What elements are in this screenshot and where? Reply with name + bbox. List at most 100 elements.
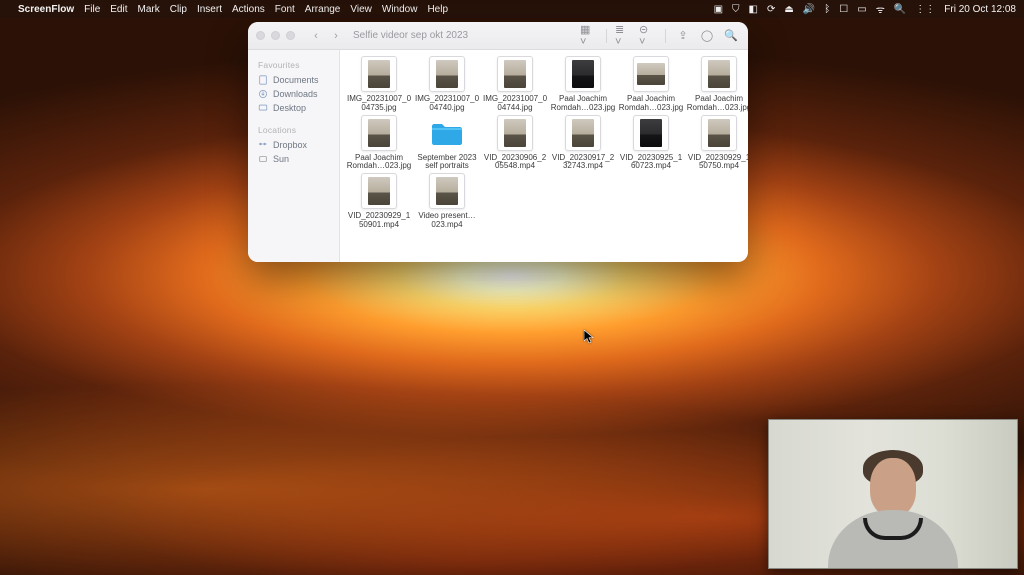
image-thumbnail: [497, 56, 533, 92]
file-name: September 2023 self portraits: [414, 154, 480, 172]
share-button[interactable]: ⇪: [674, 28, 692, 44]
view-icons-button[interactable]: ▦ ˅: [580, 28, 598, 44]
file-name: VID_20230925_160723.mp4: [618, 154, 684, 172]
file-item[interactable]: Video present…023.mp4: [414, 173, 480, 230]
menu-edit[interactable]: Edit: [110, 4, 127, 15]
menu-view[interactable]: View: [350, 4, 372, 15]
tags-button[interactable]: ◯: [698, 28, 716, 44]
file-name: IMG_20231007_004740.jpg: [414, 95, 480, 113]
file-name: Video present…023.mp4: [414, 212, 480, 230]
close-button[interactable]: [256, 31, 265, 40]
folder-icon: [429, 115, 465, 151]
menu-help[interactable]: Help: [427, 4, 448, 15]
back-button[interactable]: ‹: [309, 29, 323, 43]
image-thumbnail: [429, 56, 465, 92]
window-title: Selfie videor sep okt 2023: [353, 30, 468, 41]
menu-font[interactable]: Font: [275, 4, 295, 15]
sidebar-item-desktop[interactable]: Desktop: [248, 101, 339, 115]
file-name: VID_20230906_205548.mp4: [482, 154, 548, 172]
file-name: IMG_20231007_004744.jpg: [482, 95, 548, 113]
bluetooth-icon[interactable]: ᛒ: [824, 4, 830, 15]
image-thumbnail: [633, 56, 669, 92]
camera-icon[interactable]: ▣: [714, 4, 723, 15]
file-item[interactable]: Paal Joachim Romdah…023.jpg: [346, 115, 412, 172]
finder-content[interactable]: IMG_20231007_004735.jpgIMG_20231007_0047…: [340, 50, 748, 262]
video-thumbnail: [497, 115, 533, 151]
file-item[interactable]: September 2023 self portraits: [414, 115, 480, 172]
menu-actions[interactable]: Actions: [232, 4, 265, 15]
sidebar-locations-header: Locations: [248, 121, 339, 138]
file-name: IMG_20231007_004735.jpg: [346, 95, 412, 113]
file-name: Paal Joachim Romdah…023.jpg: [618, 95, 684, 113]
shield-icon[interactable]: ⛉: [732, 4, 740, 15]
image-thumbnail: [361, 115, 397, 151]
video-thumbnail: [361, 173, 397, 209]
clock[interactable]: Fri 20 Oct 12:08: [944, 4, 1016, 15]
video-thumbnail: [565, 115, 601, 151]
app-status-icon[interactable]: ◧: [749, 4, 758, 15]
finder-sidebar: Favourites Documents Downloads Desktop L…: [248, 50, 340, 262]
app-menu[interactable]: ScreenFlow: [18, 4, 74, 15]
sidebar-item-label: Dropbox: [273, 140, 307, 150]
file-name: Paal Joachim Romdah…023.jpg: [346, 154, 412, 172]
person: [823, 440, 963, 569]
group-button[interactable]: ≣ ˅: [615, 28, 633, 44]
file-item[interactable]: VID_20230929_150901.mp4: [346, 173, 412, 230]
sidebar-item-label: Downloads: [273, 89, 318, 99]
window-controls: [256, 31, 295, 40]
file-item[interactable]: IMG_20231007_004740.jpg: [414, 56, 480, 113]
file-item[interactable]: IMG_20231007_004744.jpg: [482, 56, 548, 113]
image-thumbnail: [361, 56, 397, 92]
file-item[interactable]: IMG_20231007_004735.jpg: [346, 56, 412, 113]
finder-window: ‹ › Selfie videor sep okt 2023 ▦ ˅ ≣ ˅ ⊝…: [248, 22, 748, 262]
control-center-icon[interactable]: ⋮⋮: [915, 4, 935, 15]
file-name: Paal Joachim Romdah…023.jpg: [686, 95, 748, 113]
file-item[interactable]: Paal Joachim Romdah…023.jpg: [550, 56, 616, 113]
volume-icon[interactable]: 🔊: [803, 4, 815, 15]
file-item[interactable]: VID_20230929_150750.mp4: [686, 115, 748, 172]
file-name: VID_20230929_150901.mp4: [346, 212, 412, 230]
menu-bar: ScreenFlow File Edit Mark Clip Insert Ac…: [0, 0, 1024, 18]
menu-clip[interactable]: Clip: [170, 4, 187, 15]
sidebar-item-downloads[interactable]: Downloads: [248, 87, 339, 101]
sidebar-item-sun[interactable]: Sun: [248, 152, 339, 166]
sidebar-item-label: Sun: [273, 154, 289, 164]
file-name: VID_20230929_150750.mp4: [686, 154, 748, 172]
menu-arrange[interactable]: Arrange: [305, 4, 341, 15]
menu-window[interactable]: Window: [382, 4, 418, 15]
sync-icon[interactable]: ⟳: [767, 4, 775, 15]
menu-insert[interactable]: Insert: [197, 4, 222, 15]
search-button[interactable]: 🔍: [722, 28, 740, 44]
video-thumbnail: [701, 115, 737, 151]
file-name: Paal Joachim Romdah…023.jpg: [550, 95, 616, 113]
video-thumbnail: [633, 115, 669, 151]
sidebar-item-label: Desktop: [273, 103, 306, 113]
file-item[interactable]: VID_20230906_205548.mp4: [482, 115, 548, 172]
file-name: VID_20230917_232743.mp4: [550, 154, 616, 172]
finder-titlebar[interactable]: ‹ › Selfie videor sep okt 2023 ▦ ˅ ≣ ˅ ⊝…: [248, 22, 748, 50]
webcam-overlay: [768, 419, 1018, 569]
battery-icon[interactable]: ▭: [857, 4, 866, 15]
sidebar-favourites-header: Favourites: [248, 56, 339, 73]
eject-icon[interactable]: ⏏: [784, 4, 793, 15]
file-item[interactable]: VID_20230925_160723.mp4: [618, 115, 684, 172]
forward-button[interactable]: ›: [329, 29, 343, 43]
menu-mark[interactable]: Mark: [138, 4, 160, 15]
minimize-button[interactable]: [271, 31, 280, 40]
video-thumbnail: [429, 173, 465, 209]
file-item[interactable]: Paal Joachim Romdah…023.jpg: [618, 56, 684, 113]
action-button[interactable]: ⊝ ˅: [639, 28, 657, 44]
image-thumbnail: [701, 56, 737, 92]
sidebar-item-dropbox[interactable]: Dropbox: [248, 138, 339, 152]
cursor-icon: [584, 330, 594, 344]
file-item[interactable]: VID_20230917_232743.mp4: [550, 115, 616, 172]
sidebar-item-label: Documents: [273, 75, 319, 85]
image-thumbnail: [565, 56, 601, 92]
wifi-icon[interactable]: ᯤ: [876, 2, 885, 16]
zoom-button[interactable]: [286, 31, 295, 40]
display-icon[interactable]: ☐: [839, 4, 848, 15]
file-item[interactable]: Paal Joachim Romdah…023.jpg: [686, 56, 748, 113]
sidebar-item-documents[interactable]: Documents: [248, 73, 339, 87]
menu-file[interactable]: File: [84, 4, 100, 15]
search-icon[interactable]: 🔍: [894, 4, 906, 15]
